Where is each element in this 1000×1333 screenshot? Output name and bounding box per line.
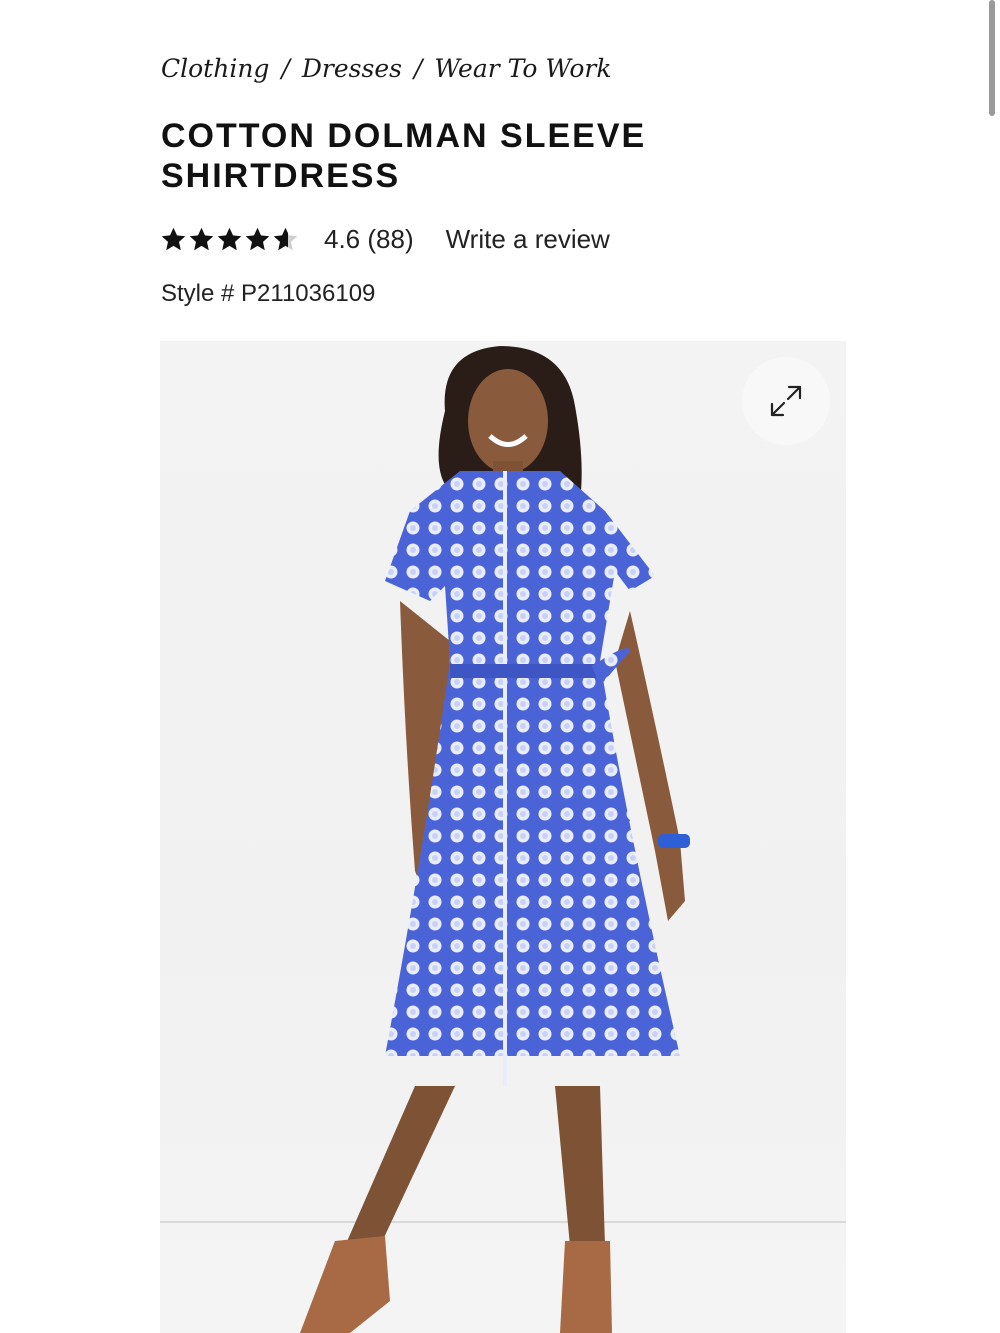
- breadcrumb-separator: /: [413, 54, 423, 83]
- bracelet: [658, 834, 690, 848]
- breadcrumb: Clothing / Dresses / Wear To Work: [161, 54, 612, 83]
- breadcrumb-clothing[interactable]: Clothing: [161, 54, 269, 83]
- product-image[interactable]: [160, 341, 846, 1333]
- left-shoe: [300, 1236, 390, 1333]
- breadcrumb-dresses[interactable]: Dresses: [302, 54, 402, 83]
- product-title: COTTON DOLMAN SLEEVE SHIRTDRESS: [161, 116, 721, 196]
- rating-row: 4.6 (88) Write a review: [160, 222, 610, 256]
- product-title-line-1: COTTON DOLMAN SLEEVE: [161, 117, 647, 155]
- breadcrumb-wear-to-work[interactable]: Wear To Work: [434, 54, 611, 83]
- right-shoe: [560, 1241, 612, 1333]
- product-title-line-2: SHIRTDRESS: [161, 157, 401, 195]
- model-photo: [160, 346, 846, 1333]
- breadcrumb-separator: /: [281, 54, 290, 83]
- floor-line: [160, 1221, 846, 1223]
- star-icon: [217, 227, 242, 250]
- scrollbar[interactable]: [989, 0, 995, 116]
- star-icon: [161, 227, 186, 250]
- star-icon: [245, 227, 270, 250]
- star-icon: [273, 227, 298, 250]
- write-review-link[interactable]: Write a review: [446, 224, 610, 255]
- expand-image-button[interactable]: [742, 357, 830, 445]
- expand-arrows-icon: [770, 385, 802, 417]
- star-rating[interactable]: [160, 226, 300, 253]
- style-number: Style # P211036109: [161, 280, 376, 307]
- product-page: Clothing / Dresses / Wear To Work COTTON DOL…: [0, 0, 1000, 1333]
- rating-summary[interactable]: 4.6 (88): [324, 224, 414, 255]
- face: [468, 369, 548, 473]
- star-icon: [189, 227, 214, 250]
